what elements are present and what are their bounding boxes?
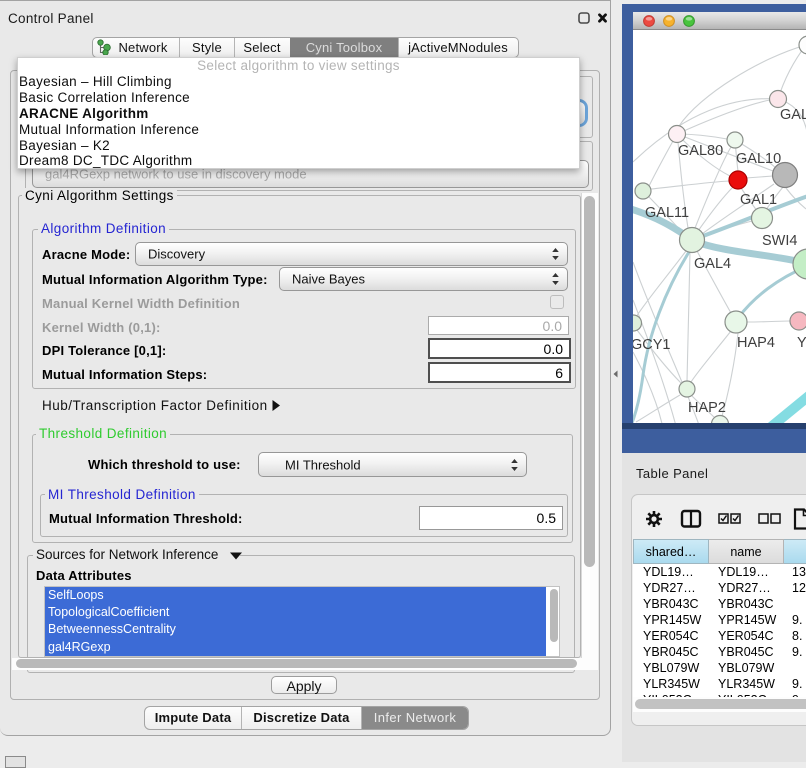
svg-text:HAP4: HAP4 [737, 335, 775, 351]
svg-text:GAL1: GAL1 [740, 192, 777, 208]
svg-text:SWI4: SWI4 [762, 233, 797, 249]
svg-text:GAL4: GAL4 [694, 256, 731, 272]
svg-text:GAL80: GAL80 [678, 143, 723, 159]
svg-text:YM: YM [797, 335, 806, 351]
svg-text:HAP2: HAP2 [688, 400, 726, 416]
svg-text:GAL10: GAL10 [736, 151, 781, 167]
svg-text:GCY1: GCY1 [633, 337, 671, 353]
svg-text:GAL11: GAL11 [645, 205, 689, 221]
svg-text:GAL7: GAL7 [780, 107, 806, 123]
